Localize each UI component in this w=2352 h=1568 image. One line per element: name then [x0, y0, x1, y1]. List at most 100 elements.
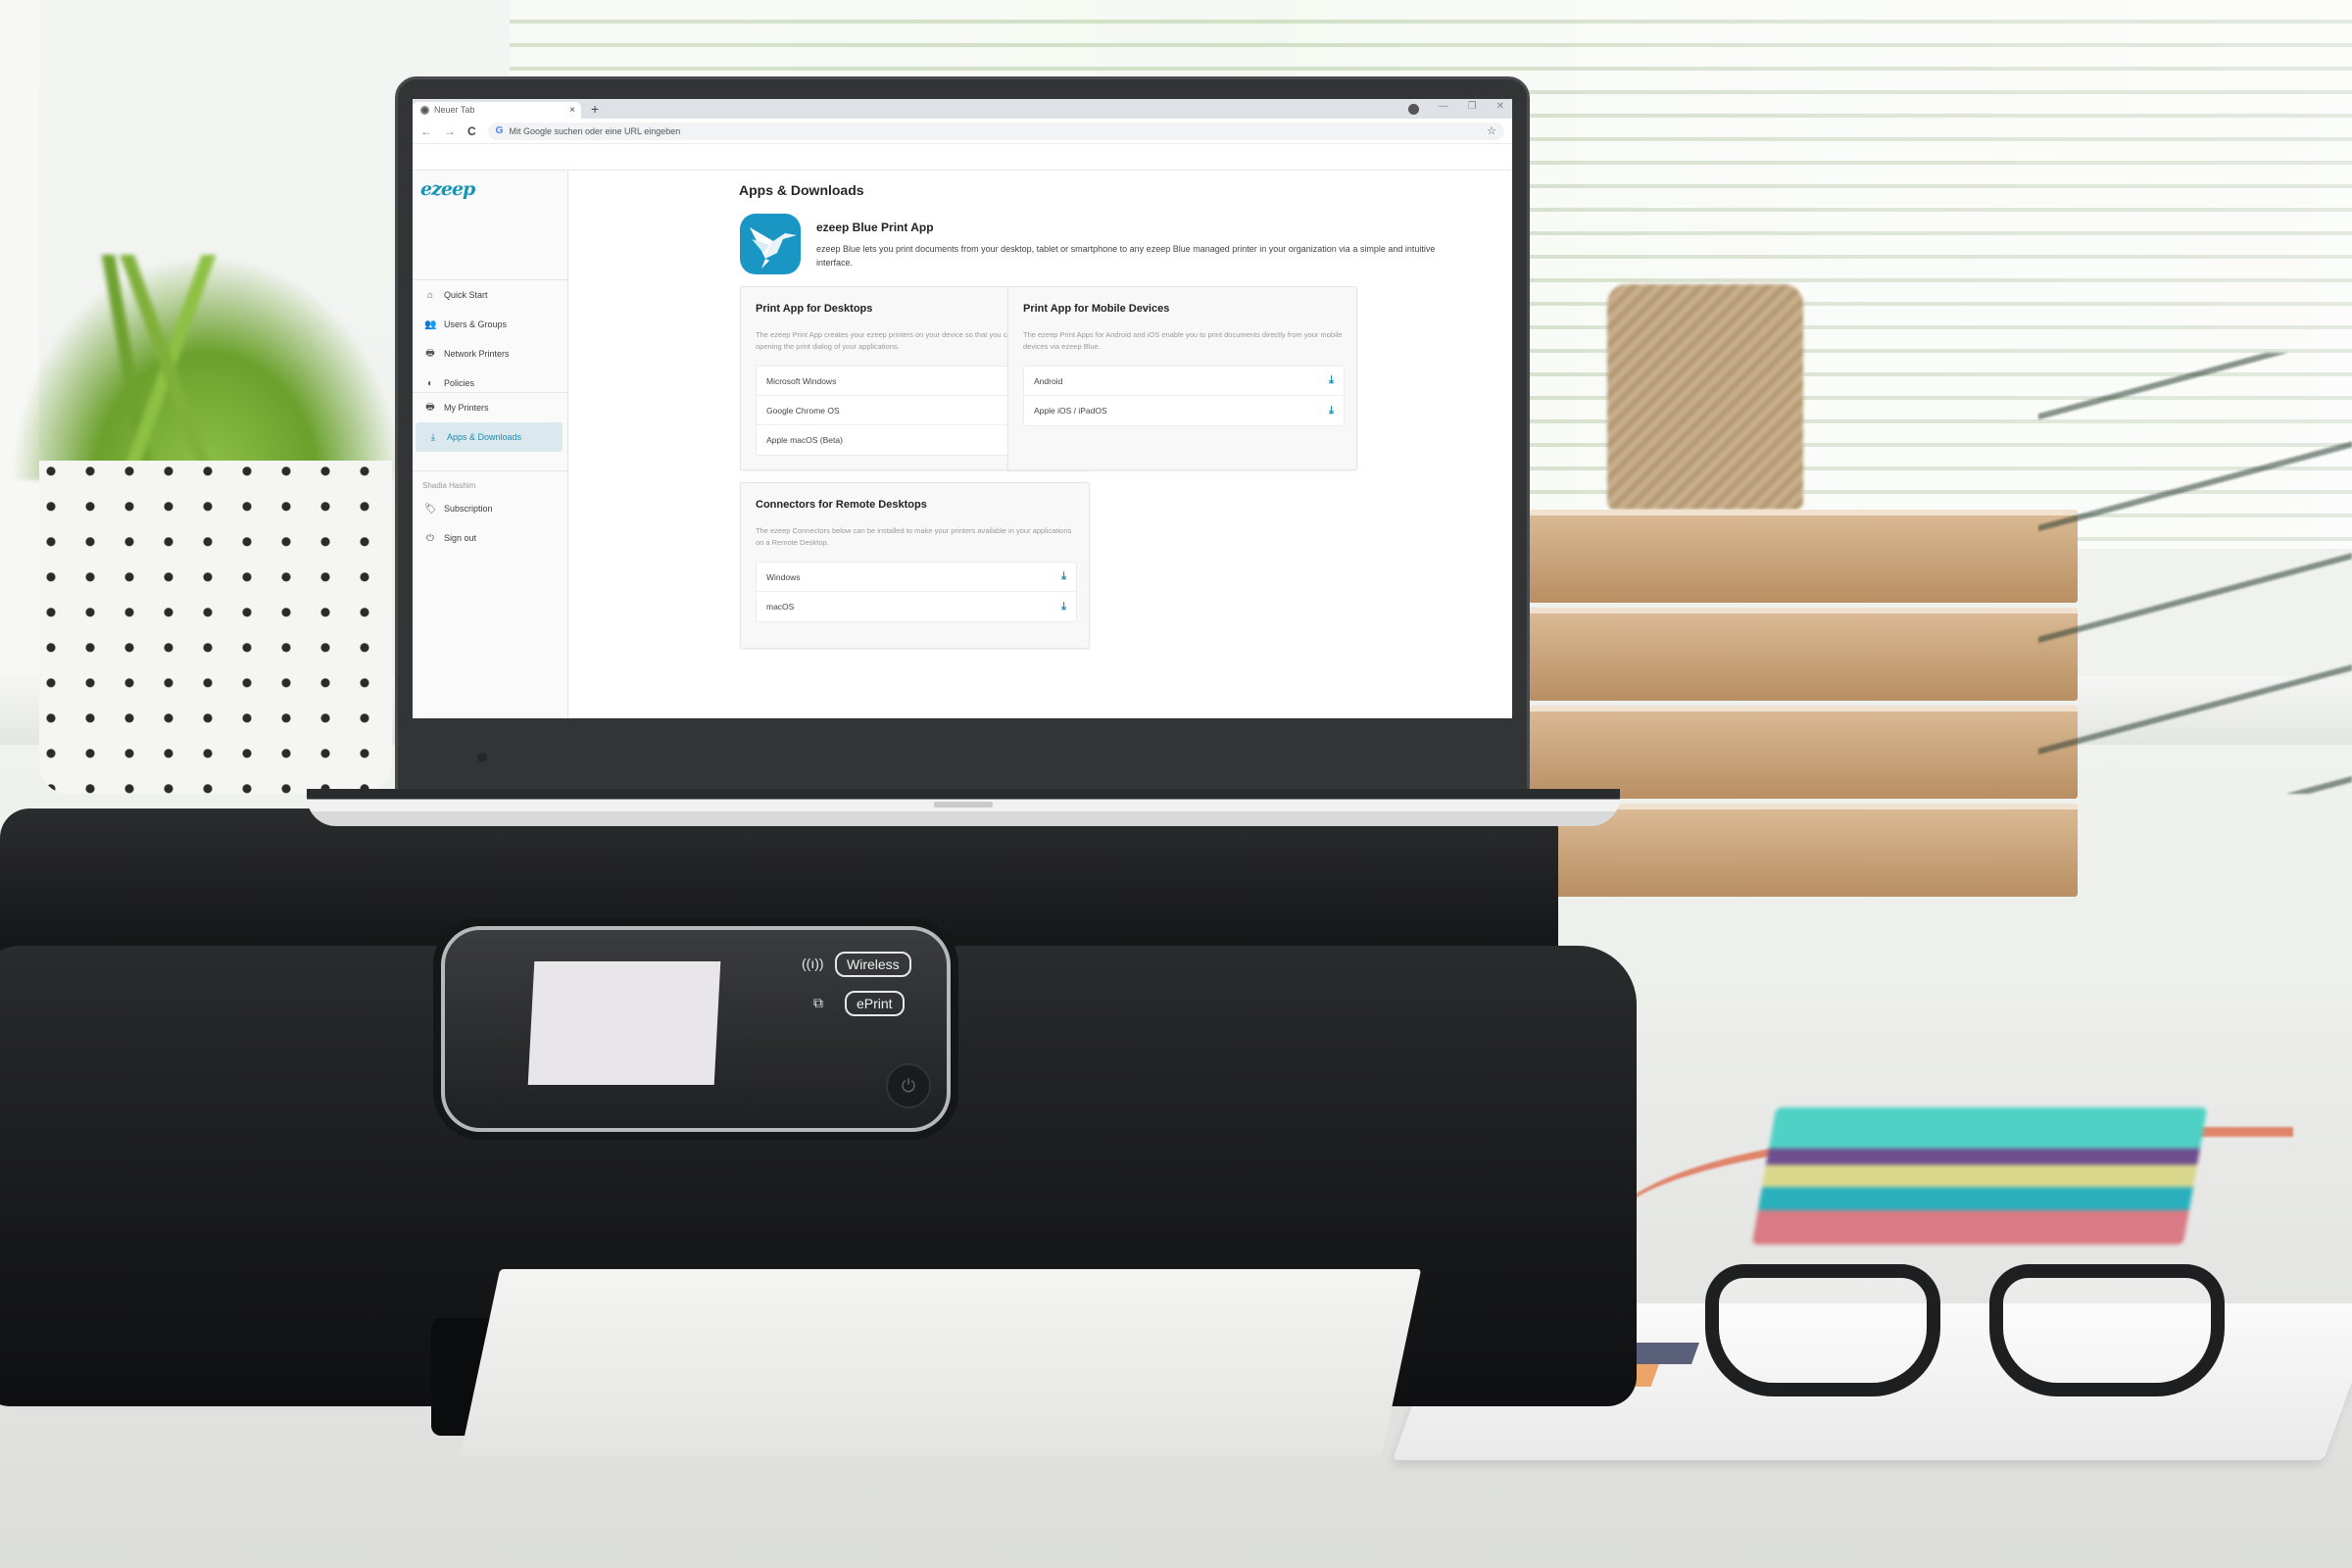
card-remote-connectors: Connectors for Remote Desktops The ezeep…	[740, 482, 1090, 649]
sidebar-item-label: My Printers	[444, 403, 489, 413]
profile-icon[interactable]	[1407, 104, 1419, 115]
tag-icon: 🏷	[424, 503, 437, 514]
maximize-button[interactable]: ❐	[1468, 101, 1477, 115]
hummingbird-app-icon	[740, 214, 801, 274]
sidebar-item-sign-out[interactable]: ⏻ Sign out	[413, 523, 567, 553]
card-description: The ezeep Print Apps for Android and iOS…	[1023, 330, 1343, 351]
card-title: Print App for Mobile Devices	[1023, 303, 1170, 315]
wireless-icon: ((ı))	[802, 956, 824, 971]
download-icon: ⤓	[430, 431, 436, 443]
sidebar-item-network-printers[interactable]: 🖶 Network Printers	[413, 339, 567, 368]
sidebar-account-nav: Shadia Hashim 🏷 Subscription ⏻ Sign out	[413, 470, 567, 553]
sidebar-item-apps-downloads[interactable]: ⤓ Apps & Downloads	[416, 422, 563, 452]
card-mobile-apps: Print App for Mobile Devices The ezeep P…	[1007, 286, 1357, 470]
home-icon: ⌂	[426, 289, 434, 301]
sidebar-item-users-groups[interactable]: 👥 Users & Groups	[413, 310, 567, 339]
glasses-lens	[1705, 1264, 1940, 1396]
download-item-label: macOS	[766, 602, 795, 612]
bookmarks-bar	[413, 144, 1512, 171]
colored-paper-stack	[1751, 1107, 2208, 1245]
google-icon: G	[495, 125, 504, 136]
download-icon[interactable]: ⤓	[1061, 601, 1066, 613]
address-bar-placeholder: Mit Google suchen oder eine URL eingeben	[509, 125, 681, 136]
bookmark-star-icon[interactable]: ☆	[1487, 124, 1496, 137]
power-button[interactable]: ⏻	[886, 1063, 931, 1108]
glasses-lens	[1989, 1264, 2225, 1396]
laptop-camera	[477, 753, 487, 762]
wireless-button[interactable]: Wireless	[835, 952, 911, 977]
download-item-label: Apple macOS (Beta)	[766, 435, 843, 445]
download-item-label: Apple iOS / iPadOS	[1034, 406, 1107, 416]
page-title: Apps & Downloads	[739, 182, 864, 198]
download-item-connector-windows[interactable]: Windows ⤓	[757, 563, 1076, 592]
main-content: Apps & Downloads ezeep Blue Print App ez…	[568, 171, 1512, 718]
card-title: Print App for Desktops	[756, 303, 873, 315]
download-icon[interactable]: ⤓	[1329, 374, 1334, 387]
back-button[interactable]: ←	[420, 124, 432, 138]
eprint-button[interactable]: ePrint	[845, 991, 905, 1016]
hero-title: ezeep Blue Print App	[816, 220, 934, 234]
download-item-label: Microsoft Windows	[766, 375, 837, 386]
printer-display	[527, 961, 721, 1085]
download-item-label: Android	[1034, 375, 1063, 386]
browser-toolbar: ← → C G Mit Google suchen oder eine URL …	[413, 119, 1512, 144]
download-list: Windows ⤓ macOS ⤓	[756, 562, 1077, 622]
download-icon[interactable]: ⤓	[1329, 405, 1334, 417]
download-item-ios[interactable]: Apple iOS / iPadOS ⤓	[1024, 396, 1344, 425]
laptop-base	[307, 789, 1620, 826]
download-item-android[interactable]: Android ⤓	[1024, 367, 1344, 396]
sidebar-item-my-printers[interactable]: 🖶 My Printers	[413, 393, 567, 422]
browser-tab[interactable]: Neuer Tab ×	[413, 102, 581, 119]
download-item-connector-macos[interactable]: macOS ⤓	[757, 592, 1076, 621]
browser-tabstrip: Neuer Tab × + — ❐ ✕	[413, 99, 1512, 119]
sidebar-item-label: Users & Groups	[444, 319, 508, 329]
plant-leaves	[10, 255, 402, 480]
download-icon[interactable]: ⤓	[1061, 570, 1066, 583]
printer: ((ı)) Wireless ⧉ ePrint ⏻	[0, 808, 1637, 1475]
sidebar: ezeep ⌂ Quick Start 👥 Users & Groups 🖶 N…	[413, 171, 568, 718]
close-window-button[interactable]: ✕	[1496, 101, 1504, 115]
card-description: The ezeep Connectors below can be instal…	[756, 526, 1072, 547]
download-list: Android ⤓ Apple iOS / iPadOS ⤓	[1023, 366, 1345, 426]
tab-title: Neuer Tab	[434, 105, 475, 115]
sidebar-item-label: Apps & Downloads	[447, 432, 522, 442]
sidebar-item-label: Policies	[444, 378, 475, 388]
wicker-basket	[1607, 284, 1803, 510]
book	[1529, 706, 2078, 799]
document-tray	[2038, 353, 2352, 794]
chrome-favicon-icon	[420, 106, 429, 115]
reload-button[interactable]: C	[467, 124, 476, 138]
close-tab-icon[interactable]: ×	[569, 102, 575, 119]
book	[1529, 510, 2078, 603]
forward-button[interactable]: →	[444, 124, 456, 138]
window-controls: — ❐ ✕	[1407, 101, 1504, 115]
card-title: Connectors for Remote Desktops	[756, 499, 927, 511]
plant-pot	[39, 461, 392, 794]
eprint-icon: ⧉	[813, 995, 823, 1010]
laptop-screen: Neuer Tab × + — ❐ ✕ ← → C G Mit Google s…	[413, 99, 1512, 718]
download-item-label: Google Chrome OS	[766, 405, 840, 416]
sidebar-item-quick-start[interactable]: ⌂ Quick Start	[413, 280, 567, 310]
hero-description: ezeep Blue lets you print documents from…	[816, 244, 1436, 268]
printer-icon: 🖶	[425, 401, 435, 413]
user-name: Shadia Hashim	[422, 481, 476, 490]
address-bar[interactable]: G Mit Google suchen oder eine URL eingeb…	[487, 122, 1504, 140]
download-item-label: Windows	[766, 571, 801, 582]
sidebar-personal-nav: 🖶 My Printers ⤓ Apps & Downloads	[413, 392, 567, 452]
toggle-icon: ◐	[426, 377, 434, 389]
network-printer-icon: 🖶	[425, 347, 435, 359]
sidebar-item-label: Quick Start	[444, 290, 488, 300]
printed-paper	[460, 1269, 1422, 1455]
laptop-notch	[934, 802, 993, 808]
sidebar-item-label: Subscription	[444, 504, 493, 514]
eyeglasses	[1705, 1264, 2234, 1401]
minimize-button[interactable]: —	[1439, 101, 1448, 115]
ezeep-app: ezeep ⌂ Quick Start 👥 Users & Groups 🖶 N…	[413, 171, 1512, 718]
sidebar-item-subscription[interactable]: 🏷 Subscription	[413, 494, 567, 523]
sidebar-item-label: Network Printers	[444, 349, 510, 359]
sidebar-item-label: Sign out	[444, 533, 477, 543]
book	[1529, 608, 2078, 701]
printer-control-panel: ((ı)) Wireless ⧉ ePrint ⏻	[441, 926, 951, 1132]
new-tab-button[interactable]: +	[591, 101, 599, 117]
ezeep-logo[interactable]: ezeep	[420, 178, 475, 200]
